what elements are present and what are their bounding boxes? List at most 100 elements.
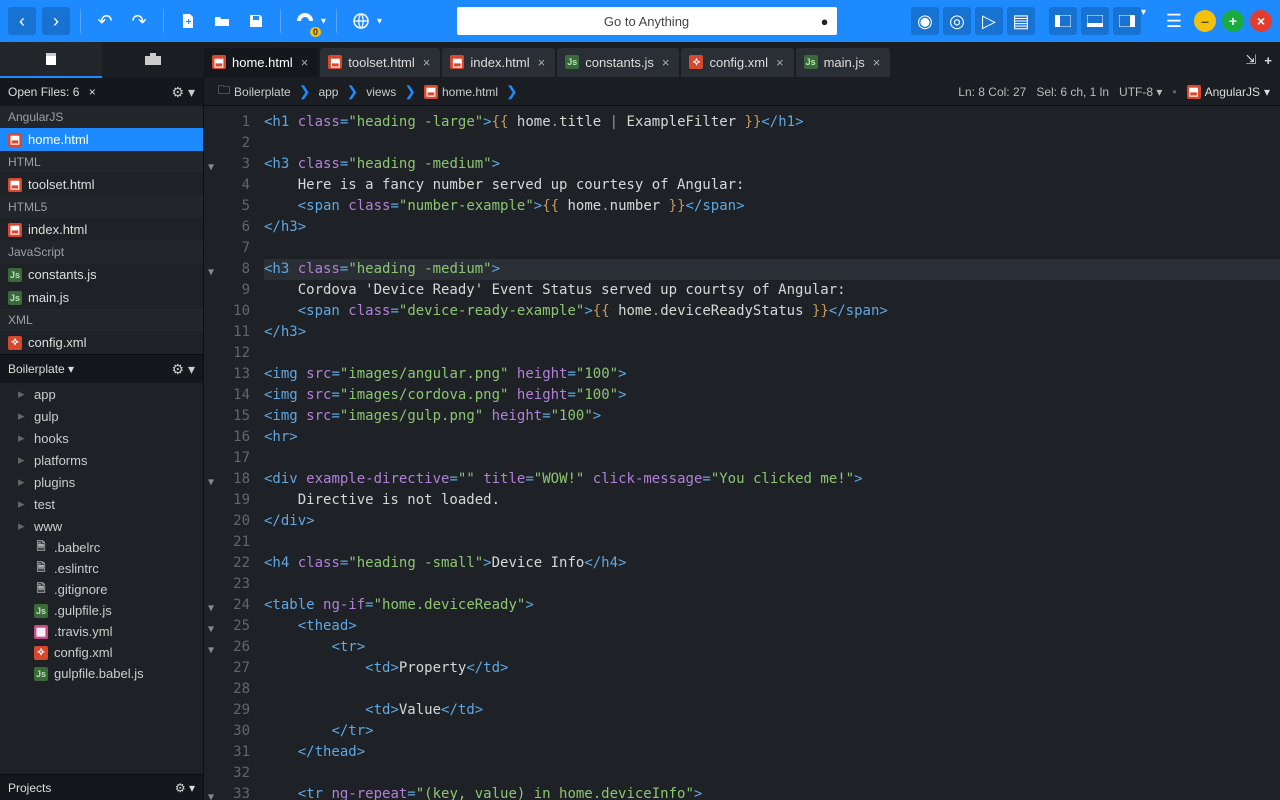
close-window-button[interactable]: ×	[1250, 10, 1272, 32]
code-line[interactable]	[264, 763, 1280, 784]
browser-dropdown[interactable]: ▾	[377, 16, 382, 27]
undo-button[interactable]: ↶	[91, 7, 119, 35]
layout-bottom-button[interactable]	[1081, 7, 1109, 35]
code-line[interactable]: <thead>	[264, 616, 1280, 637]
open-file-toolset-html[interactable]: ⬒toolset.html	[0, 173, 203, 196]
sidebar-footer[interactable]: Projects ⚙ ▾	[0, 774, 203, 800]
sync-dropdown[interactable]: ▾	[321, 16, 326, 27]
tree-item--gulpfile-js[interactable]: Js.gulpfile.js	[0, 600, 203, 621]
code-line[interactable]: Directive is not loaded.	[264, 490, 1280, 511]
tree-item--gitignore[interactable]: 🗎.gitignore	[0, 579, 203, 600]
line-number[interactable]: 15	[204, 406, 250, 427]
code-line[interactable]	[264, 532, 1280, 553]
code-line[interactable]: <span class="number-example">{{ home.num…	[264, 196, 1280, 217]
line-number[interactable]: 19	[204, 490, 250, 511]
line-number[interactable]: 32	[204, 763, 250, 784]
line-number[interactable]: 23	[204, 574, 250, 595]
project-settings-icon[interactable]: ⚙ ▾	[172, 361, 195, 378]
close-open-files-icon[interactable]: ×	[89, 85, 96, 99]
line-number[interactable]: 5	[204, 196, 250, 217]
minimize-button[interactable]: –	[1194, 10, 1216, 32]
line-number[interactable]: 30	[204, 721, 250, 742]
line-number[interactable]: 11	[204, 322, 250, 343]
close-tab-icon[interactable]: ×	[660, 55, 672, 70]
new-tab-button[interactable]: +	[1264, 53, 1272, 68]
code-line[interactable]: <td>Property</td>	[264, 658, 1280, 679]
save-button[interactable]	[242, 7, 270, 35]
code-line[interactable]: <td>Value</td>	[264, 700, 1280, 721]
line-number[interactable]: 2	[204, 133, 250, 154]
code-line[interactable]	[264, 238, 1280, 259]
close-tab-icon[interactable]: ×	[421, 55, 433, 70]
line-number[interactable]: 10	[204, 301, 250, 322]
line-number[interactable]: 3▼	[204, 154, 250, 175]
line-number[interactable]: 26▼	[204, 637, 250, 658]
breadcrumb-item[interactable]: 🗀Boilerplate	[214, 79, 295, 104]
browser-preview-button[interactable]	[347, 7, 375, 35]
open-file-main-js[interactable]: Jsmain.js	[0, 286, 203, 309]
tree-item-www[interactable]: ▸www	[0, 515, 203, 537]
sidebar-tab-toolbox[interactable]	[102, 42, 204, 78]
code-line[interactable]: <div example-directive="" title="WOW!" c…	[264, 469, 1280, 490]
tree-item-gulp[interactable]: ▸gulp	[0, 405, 203, 427]
code-line[interactable]: <img src="images/angular.png" height="10…	[264, 364, 1280, 385]
line-number[interactable]: 22	[204, 553, 250, 574]
code-line[interactable]: <table ng-if="home.deviceReady">	[264, 595, 1280, 616]
code-line[interactable]: <span class="device-ready-example">{{ ho…	[264, 301, 1280, 322]
close-tab-icon[interactable]: ×	[536, 55, 548, 70]
sidebar-tab-files[interactable]	[0, 42, 102, 78]
breadcrumb-item[interactable]: ⬒home.html	[420, 83, 502, 101]
code-line[interactable]	[264, 574, 1280, 595]
close-tab-icon[interactable]: ×	[299, 55, 311, 70]
line-number[interactable]: 29	[204, 700, 250, 721]
code-line[interactable]: <h3 class="heading -medium">	[264, 259, 1280, 280]
sync-button[interactable]: 0	[291, 7, 319, 35]
open-file-home-html[interactable]: ⬒home.html	[0, 128, 203, 151]
code-line[interactable]: <h3 class="heading -medium">	[264, 154, 1280, 175]
tree-item-app[interactable]: ▸app	[0, 383, 203, 405]
line-number[interactable]: 13	[204, 364, 250, 385]
tree-item-config-xml[interactable]: ⟡config.xml	[0, 642, 203, 663]
code-line[interactable]	[264, 133, 1280, 154]
code-line[interactable]: </tr>	[264, 721, 1280, 742]
code-line[interactable]: </h3>	[264, 217, 1280, 238]
play-macro-button[interactable]: ▷	[975, 7, 1003, 35]
line-number[interactable]: 12	[204, 343, 250, 364]
breadcrumb-item[interactable]: app	[314, 83, 342, 101]
tree-item--travis-yml[interactable]: ▦.travis.yml	[0, 621, 203, 642]
code-line[interactable]	[264, 679, 1280, 700]
code-line[interactable]: <h1 class="heading -large">{{ home.title…	[264, 112, 1280, 133]
maximize-button[interactable]: +	[1222, 10, 1244, 32]
line-number[interactable]: 25▼	[204, 616, 250, 637]
layout-dropdown[interactable]: ▾	[1141, 7, 1146, 35]
line-number[interactable]: 27	[204, 658, 250, 679]
line-number[interactable]: 9	[204, 280, 250, 301]
close-tab-icon[interactable]: ×	[774, 55, 786, 70]
code-line[interactable]: <img src="images/gulp.png" height="100">	[264, 406, 1280, 427]
open-files-settings-icon[interactable]: ⚙ ▾	[172, 84, 195, 101]
line-number[interactable]: 28	[204, 679, 250, 700]
forward-button[interactable]: ›	[42, 7, 70, 35]
projects-settings-icon[interactable]: ⚙ ▾	[175, 781, 195, 795]
goto-anything-search[interactable]: Go to Anything ●	[457, 7, 837, 35]
line-number[interactable]: 8▼	[204, 259, 250, 280]
redo-button[interactable]: ↷	[125, 7, 153, 35]
tree-item-plugins[interactable]: ▸plugins	[0, 471, 203, 493]
code-line[interactable]: </div>	[264, 511, 1280, 532]
line-number[interactable]: 1	[204, 112, 250, 133]
breadcrumb-item[interactable]: views	[362, 83, 400, 101]
line-number[interactable]: 14	[204, 385, 250, 406]
code-line[interactable]: <h4 class="heading -small">Device Info</…	[264, 553, 1280, 574]
line-number[interactable]: 6	[204, 217, 250, 238]
layout-right-button[interactable]	[1113, 7, 1141, 35]
line-number[interactable]: 7	[204, 238, 250, 259]
file-tab-config-xml[interactable]: ⟡config.xml×	[681, 48, 793, 77]
file-tab-toolset-html[interactable]: ⬒toolset.html×	[320, 48, 440, 77]
file-tab-home-html[interactable]: ⬒home.html×	[204, 48, 318, 77]
code-line[interactable]: </h3>	[264, 322, 1280, 343]
tree-item-platforms[interactable]: ▸platforms	[0, 449, 203, 471]
code-line[interactable]: </thead>	[264, 742, 1280, 763]
code-line[interactable]	[264, 448, 1280, 469]
line-number[interactable]: 31	[204, 742, 250, 763]
tree-item-gulpfile-babel-js[interactable]: Jsgulpfile.babel.js	[0, 663, 203, 684]
